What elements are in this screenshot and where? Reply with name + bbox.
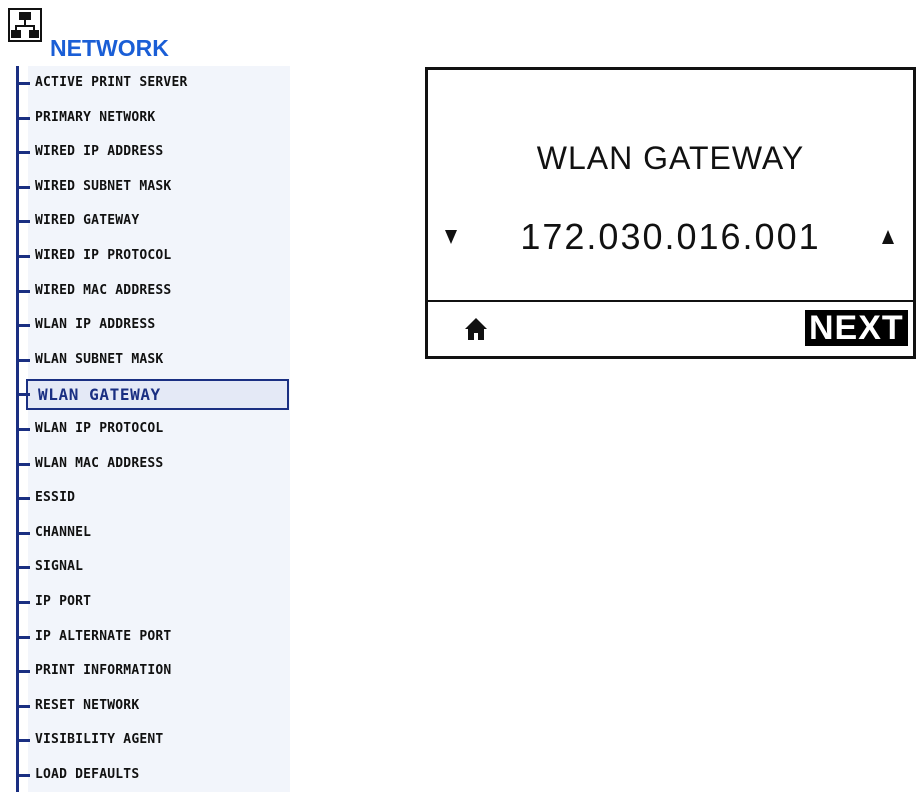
menu-item[interactable]: IP PORT bbox=[8, 585, 290, 620]
page-title: NETWORK bbox=[50, 35, 169, 61]
tree-branch bbox=[16, 324, 30, 328]
menu-item[interactable]: IP ALTERNATE PORT bbox=[8, 620, 290, 655]
menu-item[interactable]: WLAN GATEWAY bbox=[8, 377, 290, 412]
tree-branch bbox=[16, 497, 30, 501]
display-title: WLAN GATEWAY bbox=[536, 140, 805, 176]
menu-item-label: ACTIVE PRINT SERVER bbox=[35, 75, 188, 90]
tree-branch bbox=[16, 82, 30, 85]
tree-branch bbox=[16, 220, 30, 224]
tree-branch bbox=[16, 635, 30, 639]
menu-item[interactable]: SIGNAL bbox=[8, 550, 290, 585]
tree-branch bbox=[16, 670, 30, 674]
tree-branch bbox=[16, 566, 30, 570]
network-menu: ACTIVE PRINT SERVER PRIMARY NETWORK WIRED … bbox=[8, 66, 290, 792]
menu-item[interactable]: ESSID bbox=[8, 481, 290, 516]
menu-item-label: PRIMARY NETWORK bbox=[35, 109, 156, 125]
tree-branch bbox=[16, 427, 30, 431]
menu-item[interactable]: WLAN IP PROTOCOL bbox=[8, 412, 290, 447]
menu-item[interactable]: RESET NETWORK bbox=[8, 689, 290, 724]
display-divider bbox=[428, 300, 913, 302]
next-button[interactable]: NEXT bbox=[805, 310, 908, 346]
menu-item[interactable]: WIRED IP PROTOCOL bbox=[8, 239, 290, 274]
menu-item-label: IP PORT bbox=[35, 593, 92, 609]
menu-item-label: WLAN SUBNET MASK bbox=[35, 351, 164, 367]
tree-branch bbox=[16, 116, 30, 120]
menu-item-label: SIGNAL bbox=[35, 559, 84, 575]
tree-branch bbox=[16, 358, 30, 362]
menu-item-label: VISIBILITY AGENT bbox=[35, 732, 164, 748]
menu-item[interactable]: LOAD DEFAULTS bbox=[8, 758, 290, 792]
menu-item[interactable]: PRINT INFORMATION bbox=[8, 654, 290, 689]
menu-item-label: CHANNEL bbox=[35, 524, 92, 540]
menu-item-label: WIRED SUBNET MASK bbox=[35, 178, 172, 194]
tree-branch bbox=[16, 600, 30, 604]
gateway-value: 172.030.016.001 bbox=[520, 216, 821, 257]
tree-branch bbox=[16, 704, 30, 708]
menu-item[interactable]: CHANNEL bbox=[8, 516, 290, 551]
tree-branch bbox=[16, 289, 30, 293]
menu-item[interactable]: VISIBILITY AGENT bbox=[8, 723, 290, 758]
menu-item-label: ESSID bbox=[35, 490, 76, 506]
menu-item-label: PRINT INFORMATION bbox=[35, 663, 172, 679]
tree-branch bbox=[16, 531, 30, 535]
menu-list: ACTIVE PRINT SERVER PRIMARY NETWORK WIRED … bbox=[8, 66, 290, 792]
menu-item-label: WLAN IP PROTOCOL bbox=[35, 420, 164, 436]
menu-item-label: WLAN GATEWAY bbox=[38, 385, 161, 405]
menu-item-label: WIRED MAC ADDRESS bbox=[35, 282, 172, 298]
home-icon[interactable] bbox=[464, 317, 488, 341]
menu-item-label: IP ALTERNATE PORT bbox=[35, 628, 172, 644]
menu-item-label: WLAN MAC ADDRESS bbox=[35, 455, 164, 471]
menu-item[interactable]: WLAN MAC ADDRESS bbox=[8, 447, 290, 482]
menu-item[interactable]: WLAN SUBNET MASK bbox=[8, 343, 290, 378]
printer-display: WLAN GATEWAY 172.030.016.001 NEXT bbox=[425, 67, 916, 359]
menu-item-label: LOAD DEFAULTS bbox=[35, 766, 140, 782]
tree-branch bbox=[16, 254, 30, 258]
menu-item-label: WIRED GATEWAY bbox=[35, 213, 140, 229]
tree-branch bbox=[16, 393, 30, 397]
menu-item[interactable]: WLAN IP ADDRESS bbox=[8, 308, 290, 343]
menu-item-label: WLAN IP ADDRESS bbox=[35, 317, 156, 333]
tree-branch bbox=[16, 462, 30, 466]
tree-branch bbox=[16, 773, 30, 777]
menu-item-label: WIRED IP PROTOCOL bbox=[35, 247, 172, 263]
menu-item[interactable]: ACTIVE PRINT SERVER bbox=[8, 66, 290, 101]
menu-item-label: RESET NETWORK bbox=[35, 697, 140, 713]
menu-item-label: WIRED IP ADDRESS bbox=[35, 144, 164, 160]
tree-branch bbox=[16, 151, 30, 155]
network-icon bbox=[8, 8, 42, 42]
section-header: NETWORK bbox=[8, 8, 308, 61]
menu-item[interactable]: WIRED SUBNET MASK bbox=[8, 170, 290, 205]
triangle-up-icon[interactable] bbox=[882, 230, 894, 244]
menu-item[interactable]: PRIMARY NETWORK bbox=[8, 101, 290, 136]
menu-item[interactable]: WIRED GATEWAY bbox=[8, 204, 290, 239]
menu-item[interactable]: WIRED MAC ADDRESS bbox=[8, 274, 290, 309]
menu-item[interactable]: WIRED IP ADDRESS bbox=[8, 135, 290, 170]
tree-branch bbox=[16, 185, 30, 189]
tree-branch bbox=[16, 739, 30, 743]
